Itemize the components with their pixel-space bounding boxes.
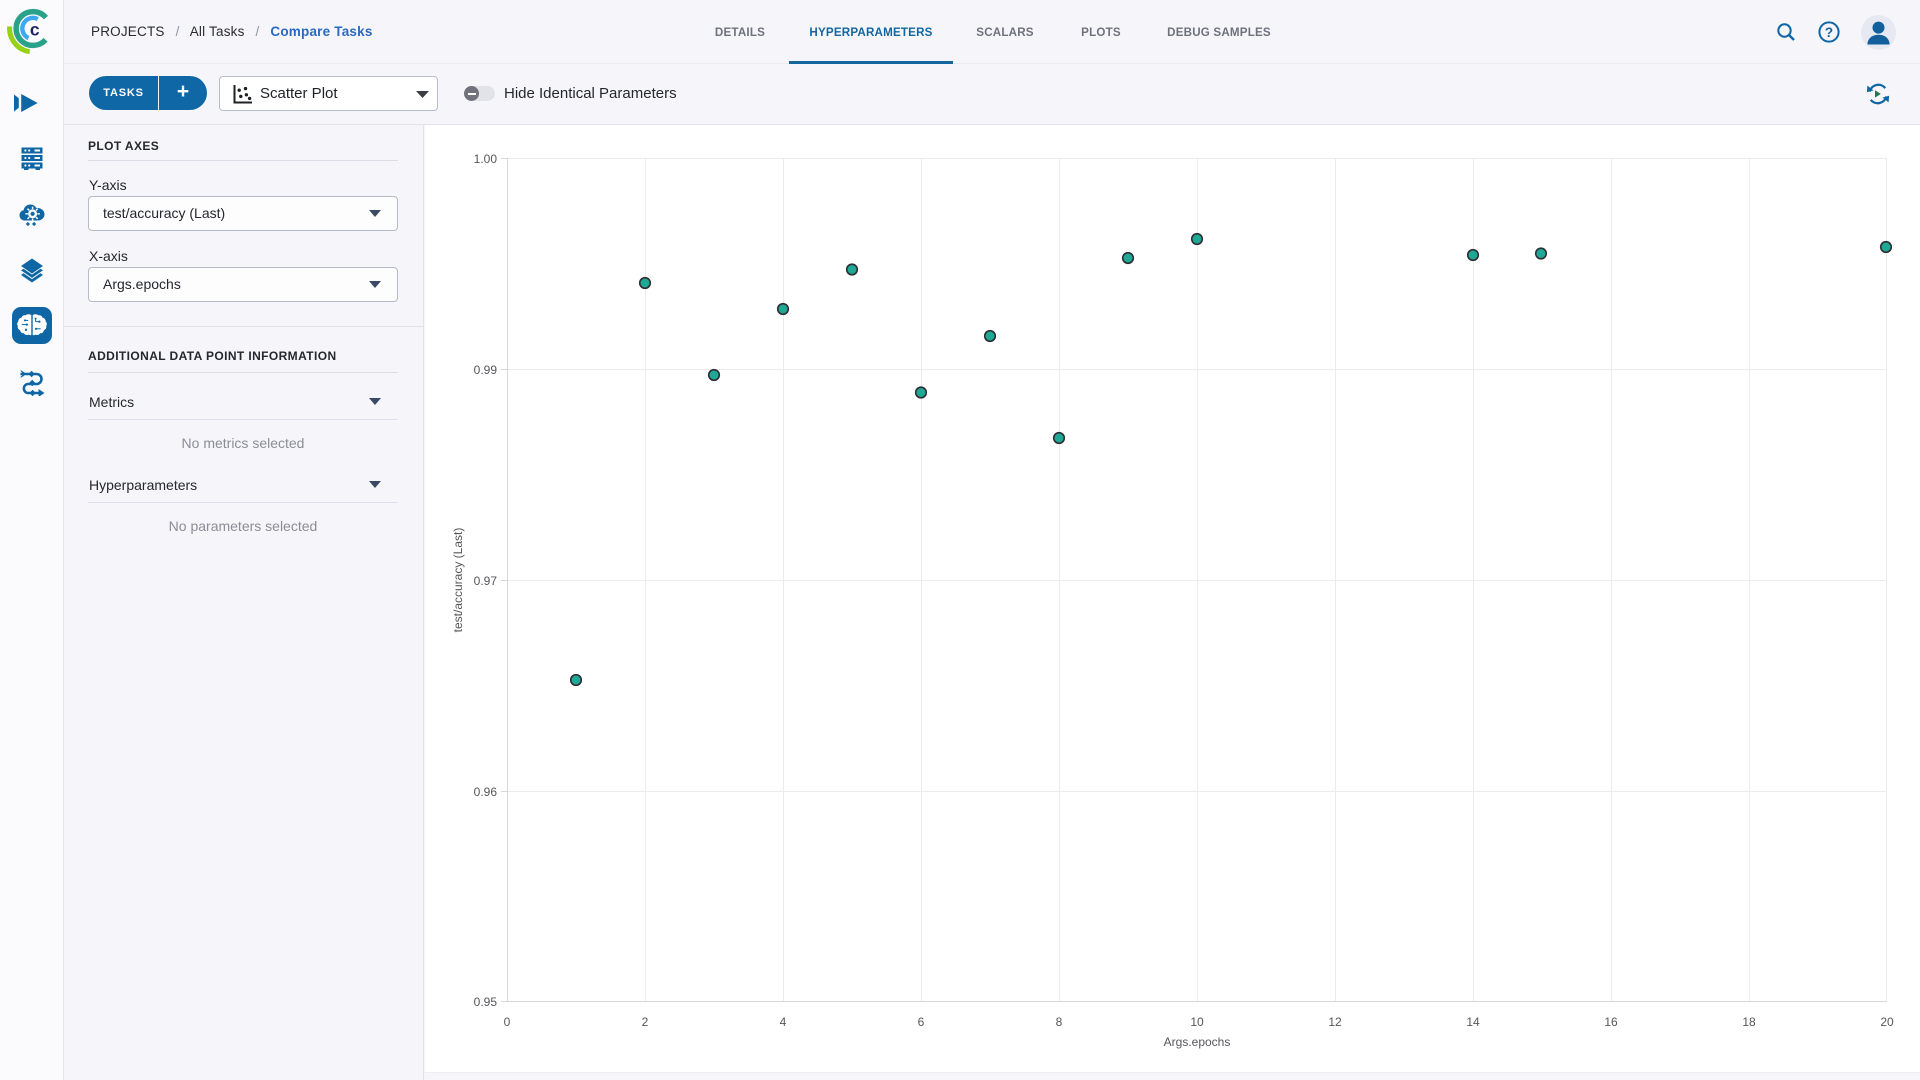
svg-text:16: 16 [1604, 1015, 1618, 1029]
svg-text:c: c [30, 20, 40, 40]
svg-text:0.96: 0.96 [474, 785, 498, 799]
svg-text:18: 18 [1742, 1015, 1756, 1029]
svg-text:0.97: 0.97 [474, 574, 498, 588]
svg-text:8: 8 [1056, 1015, 1063, 1029]
svg-text:test/accuracy (Last): test/accuracy (Last) [451, 528, 465, 633]
svg-text:0.95: 0.95 [474, 995, 498, 1009]
svg-text:?: ? [1825, 25, 1833, 40]
svg-text:14: 14 [1466, 1015, 1480, 1029]
svg-text:6: 6 [918, 1015, 925, 1029]
svg-text:0.99: 0.99 [474, 363, 498, 377]
svg-text:10: 10 [1190, 1015, 1204, 1029]
svg-text:0: 0 [504, 1015, 511, 1029]
svg-text:12: 12 [1328, 1015, 1342, 1029]
svg-text:Args.epochs: Args.epochs [1164, 1035, 1231, 1049]
svg-text:20: 20 [1880, 1015, 1894, 1029]
svg-text:2: 2 [642, 1015, 649, 1029]
svg-text:4: 4 [780, 1015, 787, 1029]
svg-text:1.00: 1.00 [474, 152, 498, 166]
